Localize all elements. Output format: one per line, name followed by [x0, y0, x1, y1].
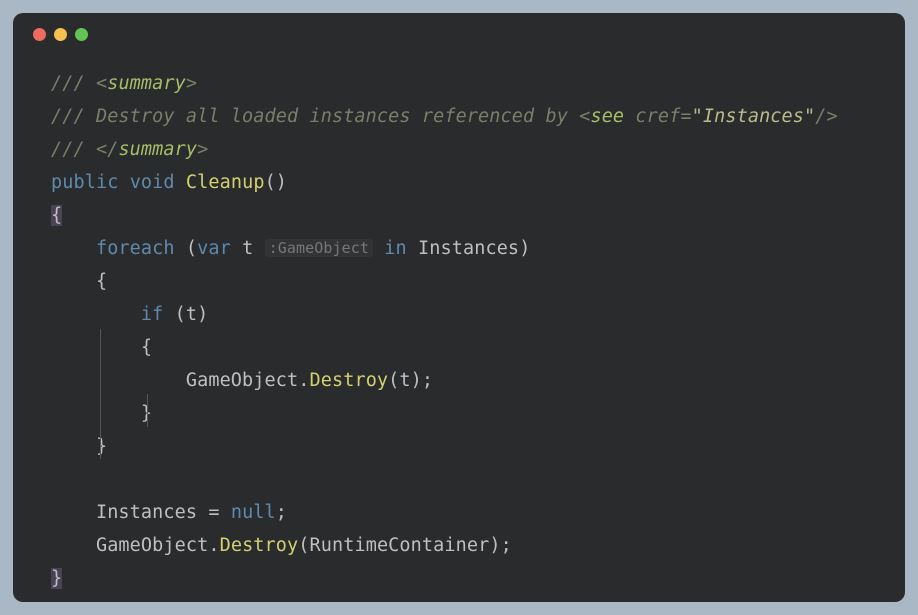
- code-editor[interactable]: /// <summary> /// Destroy all loaded ins…: [13, 55, 905, 602]
- semicolon: ;: [501, 535, 512, 556]
- identifier: RuntimeContainer: [310, 535, 490, 556]
- xml-doc-bracket: >: [197, 139, 208, 160]
- lparen: (: [186, 238, 197, 259]
- method-call: Destroy: [220, 535, 299, 556]
- brace: }: [96, 436, 107, 457]
- xml-doc-bracket: </: [85, 139, 119, 160]
- brace-highlight: }: [51, 568, 62, 589]
- identifier: Instances: [418, 238, 519, 259]
- editor-window: /// <summary> /// Destroy all loaded ins…: [13, 13, 905, 602]
- xml-doc-eq: =: [680, 106, 691, 127]
- variable: t: [186, 304, 197, 325]
- xml-doc-tag: see: [590, 106, 624, 127]
- variable: t: [242, 238, 253, 259]
- lparen: (: [175, 304, 186, 325]
- xml-doc-bracket: <: [579, 106, 590, 127]
- keyword-in: in: [384, 238, 406, 259]
- xml-doc-slash: ///: [51, 106, 85, 127]
- rparen: ): [197, 304, 208, 325]
- keyword-null: null: [231, 502, 276, 523]
- brace-highlight: {: [51, 205, 62, 226]
- class-name: GameObject: [186, 370, 298, 391]
- close-icon[interactable]: [33, 28, 46, 41]
- xml-doc-slash: ///: [51, 73, 85, 94]
- method-call: Destroy: [310, 370, 389, 391]
- assign: =: [197, 502, 231, 523]
- keyword-foreach: foreach: [96, 238, 175, 259]
- identifier: Instances: [96, 502, 197, 523]
- xml-doc-quote: ": [692, 106, 703, 127]
- brace: {: [96, 271, 107, 292]
- inlay-hint: :GameObject: [265, 239, 373, 257]
- parens: (): [265, 172, 287, 193]
- maximize-icon[interactable]: [75, 28, 88, 41]
- xml-doc-attr: cref: [635, 106, 680, 127]
- xml-doc-string: Instances: [703, 106, 804, 127]
- xml-doc-tag: summary: [118, 139, 197, 160]
- method-name: Cleanup: [186, 172, 265, 193]
- xml-doc-bracket: />: [815, 106, 837, 127]
- indent-guide: [100, 329, 101, 459]
- keyword-if: if: [141, 304, 163, 325]
- xml-doc-tag: summary: [107, 73, 186, 94]
- xml-doc-slash: ///: [51, 139, 85, 160]
- class-name: GameObject: [96, 535, 208, 556]
- xml-doc-bracket: >: [186, 73, 197, 94]
- xml-doc-space: [624, 106, 635, 127]
- lparen: (: [388, 370, 399, 391]
- variable: t: [399, 370, 410, 391]
- brace: {: [141, 337, 152, 358]
- rparen: ): [519, 238, 530, 259]
- rparen: ): [489, 535, 500, 556]
- keyword-var: var: [197, 238, 231, 259]
- rparen: ): [411, 370, 422, 391]
- xml-doc-bracket: <: [85, 73, 107, 94]
- dot: .: [208, 535, 219, 556]
- keyword-public: public: [51, 172, 118, 193]
- dot: .: [298, 370, 309, 391]
- titlebar: [13, 13, 905, 55]
- lparen: (: [298, 535, 309, 556]
- semicolon: ;: [422, 370, 433, 391]
- xml-doc-quote: ": [804, 106, 815, 127]
- xml-doc-text: Destroy all loaded instances referenced …: [85, 106, 579, 127]
- indent-guide: [147, 394, 148, 427]
- semicolon: ;: [276, 502, 287, 523]
- minimize-icon[interactable]: [54, 28, 67, 41]
- keyword-void: void: [130, 172, 175, 193]
